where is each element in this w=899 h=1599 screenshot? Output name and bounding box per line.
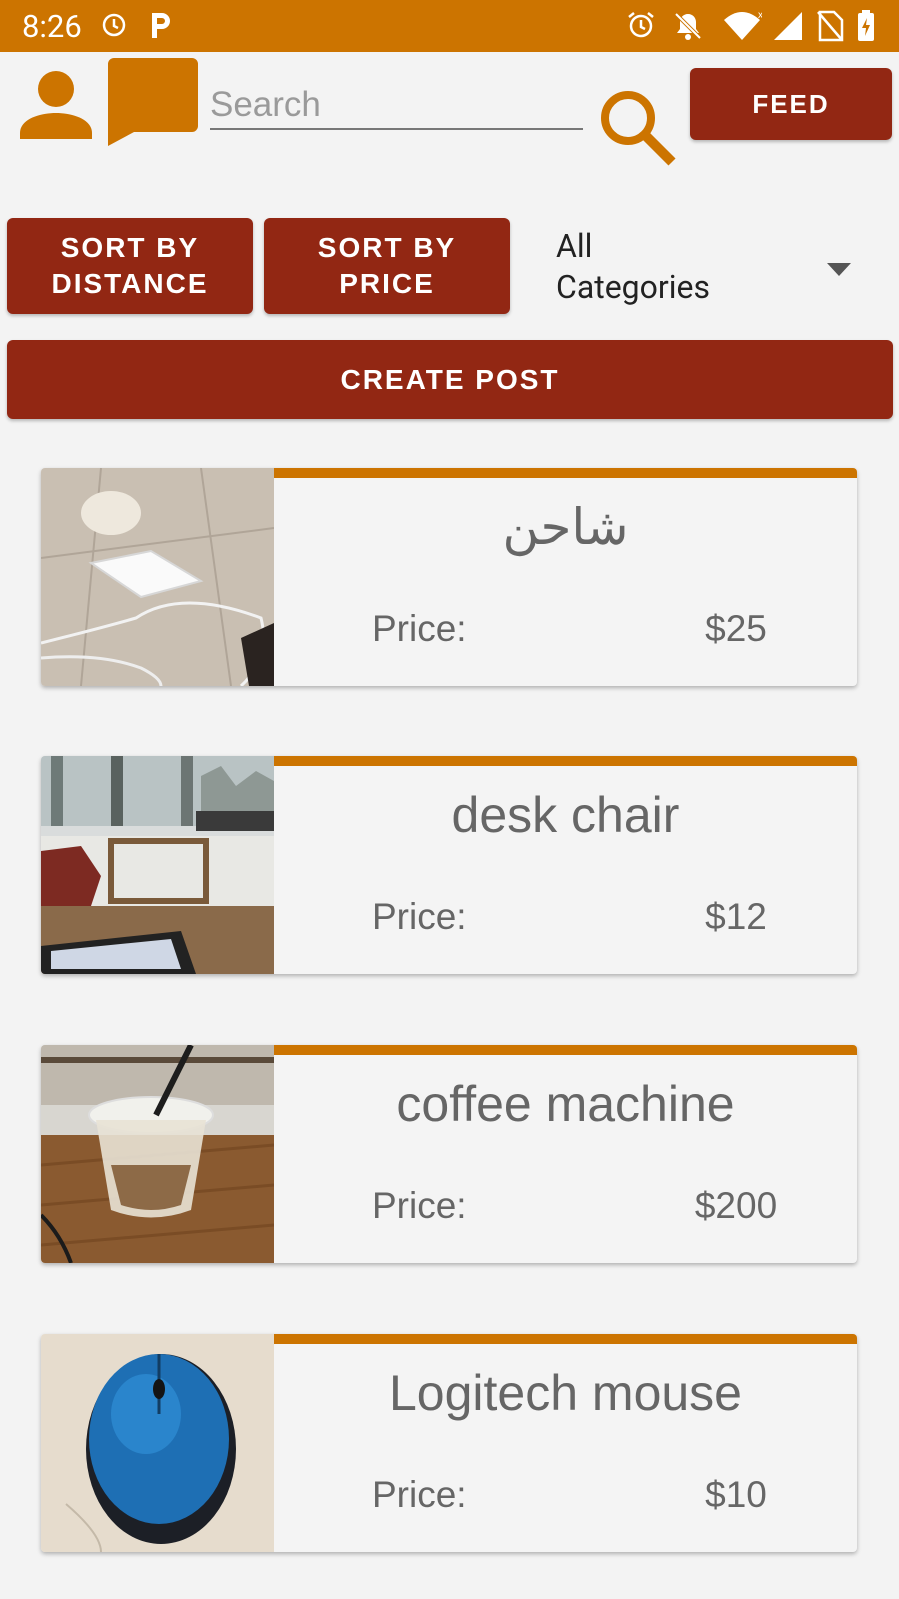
battery-charging-icon xyxy=(856,10,876,46)
sort-distance-line2: DISTANCE xyxy=(51,268,209,299)
card-accent-bar xyxy=(274,756,857,766)
create-post-button[interactable]: CREATE POST xyxy=(7,340,893,419)
status-bar: 8:26 x xyxy=(0,0,899,52)
person-icon[interactable] xyxy=(18,67,94,143)
no-sim-icon xyxy=(816,10,844,46)
listing-card[interactable]: Logitech mouse Price: $10 xyxy=(41,1334,857,1552)
listing-title: coffee machine xyxy=(396,1076,735,1132)
listing-card[interactable]: coffee machine Price: $200 xyxy=(41,1045,857,1263)
listing-title: desk chair xyxy=(451,787,680,843)
price-value: $200 xyxy=(694,1185,778,1226)
status-time: 8:26 xyxy=(22,8,82,45)
sort-price-line2: PRICE xyxy=(339,268,435,299)
listing-image-charger xyxy=(41,468,275,686)
price-label: Price: xyxy=(372,1185,467,1226)
sort-by-distance-button[interactable]: SORT BY DISTANCE xyxy=(7,218,253,314)
sort-by-price-label: SORT BY PRICE xyxy=(318,230,456,302)
category-selected-value: All Categories xyxy=(556,226,796,308)
price-label: Price: xyxy=(372,1474,467,1515)
category-line1: All xyxy=(556,227,593,265)
svg-text:x: x xyxy=(758,10,762,21)
card-accent-bar xyxy=(274,468,857,478)
feed-button[interactable]: FEED xyxy=(690,68,892,140)
sort-distance-line1: SORT BY xyxy=(60,232,200,263)
price-label: Price: xyxy=(372,896,467,937)
chevron-down-icon xyxy=(827,262,851,281)
p-app-icon xyxy=(148,10,176,44)
wifi-icon: x xyxy=(722,10,763,46)
price-value: $10 xyxy=(705,1474,767,1515)
sort-price-line1: SORT BY xyxy=(317,232,457,263)
listing-image-coffee-machine xyxy=(41,1045,275,1263)
price-value: $12 xyxy=(705,896,767,937)
card-accent-bar xyxy=(274,1334,857,1344)
price-value: $25 xyxy=(705,608,767,649)
listing-image-desk-chair xyxy=(41,756,274,974)
card-accent-bar xyxy=(274,1045,857,1055)
alarm-icon xyxy=(100,10,128,42)
search-input[interactable] xyxy=(210,82,583,130)
signal-icon xyxy=(772,10,806,46)
notifications-off-icon xyxy=(672,10,704,46)
listing-card[interactable]: desk chair Price: $12 xyxy=(41,756,857,974)
sort-by-distance-label: SORT BY DISTANCE xyxy=(51,230,208,302)
listing-card[interactable]: شاحن Price: $25 xyxy=(41,468,857,686)
sort-by-price-button[interactable]: SORT BY PRICE xyxy=(264,218,510,314)
category-dropdown[interactable]: All Categories xyxy=(556,226,856,314)
search-icon[interactable] xyxy=(598,88,678,172)
price-label: Price: xyxy=(372,608,467,649)
listing-image-logitech-mouse xyxy=(41,1334,274,1552)
chat-icon[interactable] xyxy=(108,58,198,150)
category-line2: Categories xyxy=(556,268,710,306)
listing-title: Logitech mouse xyxy=(388,1365,742,1421)
alarm-icon xyxy=(626,10,656,44)
listing-title: شاحن xyxy=(502,499,629,555)
